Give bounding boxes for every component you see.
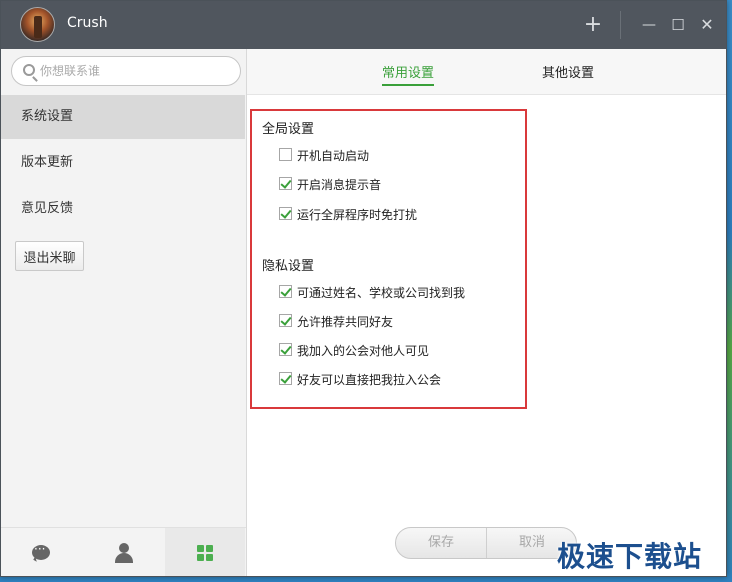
checkbox[interactable] <box>279 148 292 161</box>
user-name: Crush <box>67 15 108 31</box>
sidebar-item-version-update[interactable]: 版本更新 <box>1 141 245 185</box>
titlebar-divider <box>620 11 621 39</box>
option-label: 运行全屏程序时免打扰 <box>297 208 418 222</box>
global-settings-title: 全局设置 <box>262 122 315 137</box>
contacts-tab[interactable] <box>83 528 163 576</box>
bottom-nav <box>1 527 246 576</box>
exit-button[interactable]: 退出米聊 <box>15 241 84 271</box>
option-label: 开启消息提示音 <box>297 178 382 192</box>
checkbox[interactable] <box>279 314 292 327</box>
settings-tabs: 常用设置 其他设置 <box>247 49 726 95</box>
checkbox[interactable] <box>279 372 292 385</box>
checkbox[interactable] <box>279 207 292 220</box>
app-window: Crush + — ☐ ✕ 系统设置 版本更新 意见反馈 退出米聊 <box>0 0 727 577</box>
chat-icon <box>32 542 50 560</box>
chat-tab[interactable] <box>1 528 81 576</box>
search-icon <box>23 64 35 76</box>
footer-buttons: 保存 取消 <box>395 527 577 559</box>
save-button[interactable]: 保存 <box>396 528 486 558</box>
contacts-icon <box>115 543 133 563</box>
tab-other-settings[interactable]: 其他设置 <box>542 62 594 84</box>
settings-panel: 常用设置 其他设置 全局设置 开机自动启动 开启消息提示音 运行全屏程序时免打扰… <box>247 49 726 576</box>
search-box[interactable] <box>11 56 241 86</box>
avatar[interactable] <box>20 7 55 42</box>
checkbox[interactable] <box>279 285 292 298</box>
option-label: 可通过姓名、学校或公司找到我 <box>297 286 466 300</box>
tab-common-settings[interactable]: 常用设置 <box>382 62 435 86</box>
option-label: 我加入的公会对他人可见 <box>297 344 430 358</box>
watermark: 极速下载站 <box>557 540 703 573</box>
apps-tab[interactable] <box>165 528 245 576</box>
checkbox[interactable] <box>279 343 292 356</box>
close-button[interactable]: ✕ <box>692 10 722 40</box>
title-bar: Crush + — ☐ ✕ <box>1 1 726 49</box>
option-label: 开机自动启动 <box>297 149 370 163</box>
option-label: 允许推荐共同好友 <box>297 315 394 329</box>
sidebar-item-feedback[interactable]: 意见反馈 <box>1 187 245 231</box>
sidebar: 系统设置 版本更新 意见反馈 退出米聊 <box>1 49 247 576</box>
add-icon[interactable]: + <box>578 10 608 40</box>
minimize-button[interactable]: — <box>634 10 664 40</box>
option-label: 好友可以直接把我拉入公会 <box>297 373 442 387</box>
maximize-button[interactable]: ☐ <box>663 10 693 40</box>
privacy-settings-title: 隐私设置 <box>262 259 315 274</box>
checkbox[interactable] <box>279 177 292 190</box>
search-input[interactable] <box>40 61 235 81</box>
apps-icon <box>197 545 213 561</box>
sidebar-item-system-settings[interactable]: 系统设置 <box>1 95 245 139</box>
